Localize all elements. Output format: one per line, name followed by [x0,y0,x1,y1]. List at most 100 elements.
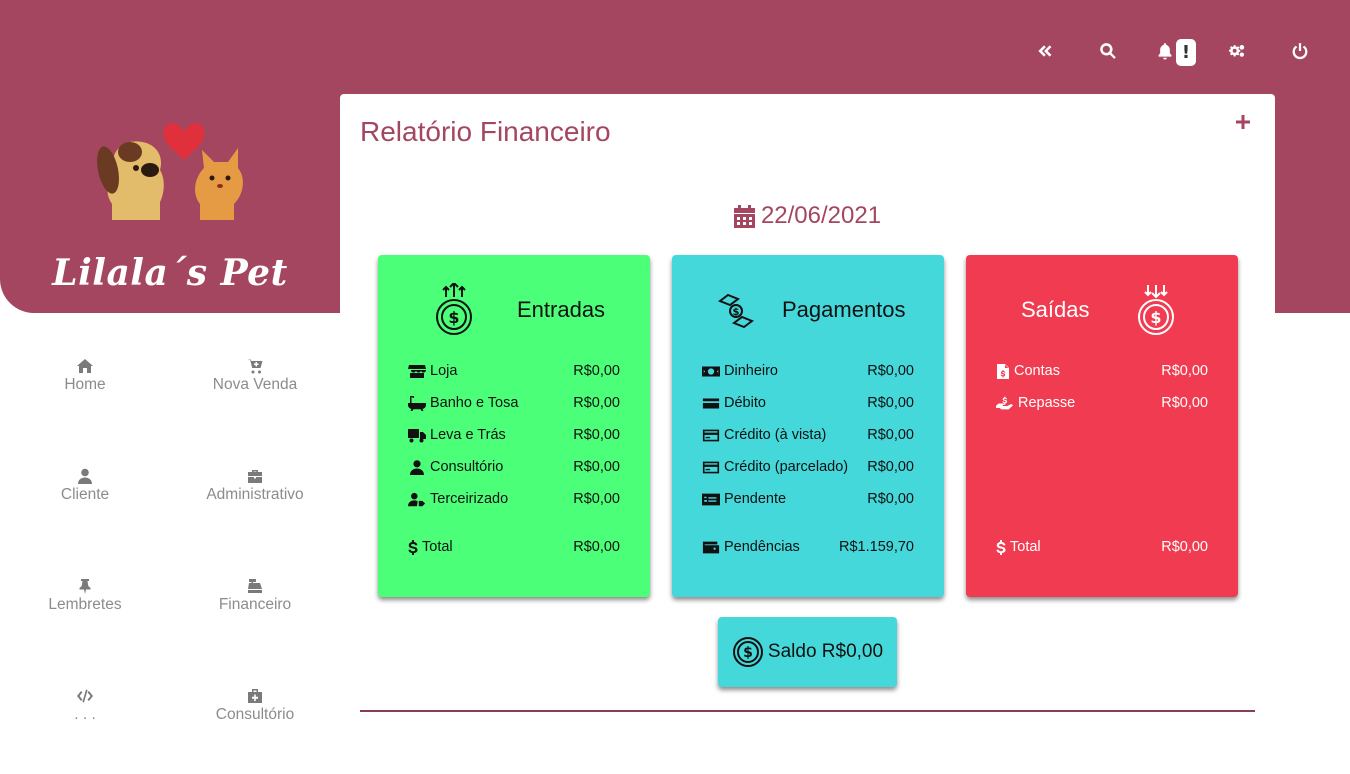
truck-icon [408,428,426,442]
total-value: R$0,00 [1161,539,1208,555]
row-label: Contas [1014,363,1060,379]
collapse-sidebar-button[interactable] [1012,36,1076,66]
home-icon [77,359,93,373]
code-icon [77,689,93,703]
credit-card-icon [702,461,720,473]
wallet-icon [702,541,720,553]
nav-item-consultorio[interactable]: Consultório [170,670,340,730]
hand-money-icon: $ [717,293,755,329]
pet-logo [97,123,243,220]
nav-item-nova-venda[interactable]: Nova Venda [170,340,340,400]
notifications-button[interactable]: ! [1140,36,1204,66]
total-label: Total [1010,539,1041,555]
credit-card-icon [702,429,720,441]
nav-item-label: Consultório [215,706,295,723]
page-title: Relatório Financeiro [360,116,611,147]
row-label: Banho e Tosa [430,395,519,411]
pagamentos-row-pendente: Pendente R$0,00 [702,489,914,509]
thumbtack-icon [79,579,91,594]
logout-button[interactable] [1268,36,1332,66]
row-value: R$0,00 [1161,363,1208,379]
nav-item-label: Financeiro [218,596,292,613]
double-chevron-left-icon [1038,45,1052,57]
saidas-card: Saídas $ Contas R$0,00 Repasse R$0,00 To… [966,255,1238,597]
nav-item-administrativo[interactable]: Administrativo [170,450,340,510]
search-icon [1100,43,1116,59]
nav-item-label: Administrativo [206,486,304,503]
entradas-row-banho: Banho e Tosa R$0,00 [408,393,620,413]
nav-item-cliente[interactable]: Cliente [0,450,170,510]
pagamentos-header: $ Pagamentos [672,283,944,339]
nav-item-label: Cliente [60,486,110,503]
report-date[interactable]: 22/06/2021 [340,202,1275,230]
bell-icon [1158,43,1172,60]
notification-badge: ! [1176,39,1196,66]
hand-holding-usd-icon [996,396,1014,409]
credit-card-icon [702,398,720,408]
entradas-card: $ Entradas Loja R$0,00 Banho e Tosa R$0,… [378,255,650,597]
entradas-row-terceirizado: Terceirizado R$0,00 [408,489,620,509]
svg-text:$: $ [1150,308,1161,327]
row-label: Terceirizado [430,491,509,507]
svg-text:$: $ [733,307,740,318]
pagamentos-title: Pagamentos [782,297,906,322]
row-value: R$0,00 [867,459,914,475]
cogs-icon [1228,45,1245,57]
row-value: R$0,00 [573,395,620,411]
row-label: Leva e Trás [430,427,506,443]
calendar-icon [733,204,755,228]
row-value: R$0,00 [573,459,620,475]
total-label: Total [422,539,453,555]
plus-icon [1236,115,1250,129]
saidas-total-row: Total R$0,00 [996,537,1208,557]
settings-button[interactable] [1204,36,1268,66]
row-value: R$0,00 [867,491,914,507]
date-text: 22/06/2021 [760,202,882,229]
entradas-row-loja: Loja R$0,00 [408,361,620,381]
user-icon [78,468,92,484]
row-label: Crédito (parcelado) [724,459,849,475]
pagamentos-row-debito: Débito R$0,00 [702,393,914,413]
pagamentos-row-credito-parcelado: Crédito (parcelado) R$0,00 [702,457,914,477]
row-label: Loja [430,363,458,379]
row-value: R$0,00 [867,363,914,379]
pendencias-value: R$1.159,70 [839,539,914,555]
store-icon [408,364,426,378]
row-label: Consultório [430,459,504,475]
brand-name: Lilala´s Pet [52,252,288,294]
pagamentos-card: $ Pagamentos Dinheiro R$0,00 Débito R$0,… [672,255,944,597]
total-value: R$0,00 [573,539,620,555]
doctor-icon [410,459,424,475]
entradas-total-row: Total R$0,00 [408,537,620,557]
saidas-title: Saídas [1021,297,1090,322]
row-label: Crédito (à vista) [724,427,827,443]
row-label: Dinheiro [724,363,778,379]
nav-item-more[interactable]: . . . [0,670,170,730]
dollar-icon [996,539,1006,555]
row-label: Débito [724,395,766,411]
svg-text:$: $ [448,308,459,327]
saldo-label: Saldo R$0,00 [767,641,884,662]
expand-button[interactable] [1235,114,1255,134]
money-bill-icon [702,366,720,376]
saldo-button[interactable]: $ Saldo R$0,00 [718,617,897,687]
svg-text:$: $ [743,645,753,661]
nav-item-lembretes[interactable]: Lembretes [0,560,170,620]
nav-item-home[interactable]: Home [0,340,170,400]
entradas-row-leva: Leva e Trás R$0,00 [408,425,620,445]
row-label: Pendente [724,491,787,507]
money-check-icon [702,493,720,505]
pagamentos-pendencias-row: Pendências R$1.159,70 [702,537,914,557]
search-button[interactable] [1076,36,1140,66]
cash-register-icon [248,579,262,593]
entradas-header: $ Entradas [378,283,650,339]
row-value: R$0,00 [1161,395,1208,411]
saidas-header: Saídas $ [966,283,1238,339]
top-toolbar: ! [1012,36,1332,66]
row-value: R$0,00 [867,427,914,443]
nav-item-financeiro[interactable]: Financeiro [170,560,340,620]
nav-item-label: Lembretes [48,596,122,613]
row-value: R$0,00 [573,427,620,443]
medkit-icon [248,689,262,703]
pagamentos-row-dinheiro: Dinheiro R$0,00 [702,361,914,381]
